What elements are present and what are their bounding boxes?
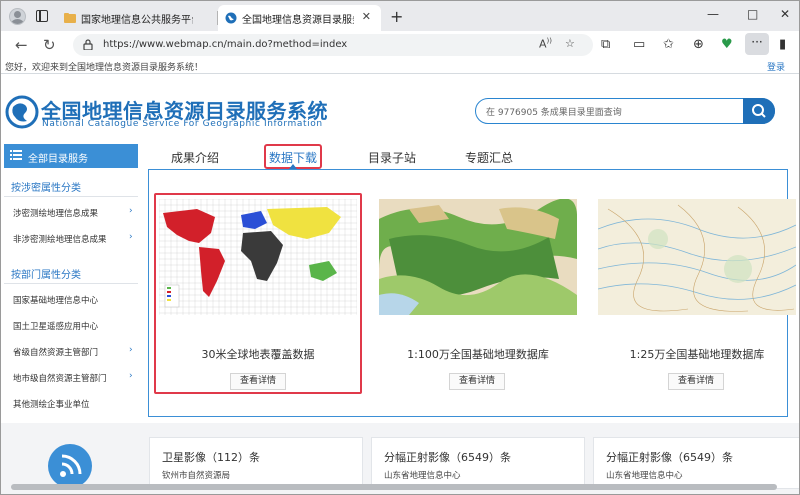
site-logo-icon [5,95,39,129]
tab-sub-sites[interactable]: 目录子站 [368,149,416,166]
split-screen-icon[interactable]: ▭ [633,37,645,52]
sidebar-item-other[interactable]: 其他测绘企事业单位 [13,398,90,410]
world-landcover-thumbnail[interactable] [159,199,357,315]
view-details-button[interactable]: 查看详情 [668,373,724,390]
favorite-star-icon[interactable]: ☆ [565,37,575,50]
tab-title: 全国地理信息资源目录服务系统 [242,15,354,26]
catalog-sidebar: 全部目录服务 按涉密属性分类 涉密测绘地理信息成果 › 非涉密测绘地理信息成果 … [1,144,139,424]
search-input[interactable]: 在 9776905 条成果目录里面查询 [475,97,775,124]
sidebar-item-unclassified[interactable]: 非涉密测绘地理信息成果 [13,233,107,245]
favorites-icon[interactable]: ✩ [663,37,674,52]
divider [4,283,138,284]
new-tab-icon[interactable]: + [390,7,403,26]
update-card[interactable]: 卫星影像（112）条 钦州市自然资源局 [149,437,363,489]
update-source: 山东省地理信息中心 [384,471,461,481]
more-menu-icon[interactable]: ··· [745,33,769,55]
minimize-icon[interactable]: — [707,7,719,21]
tab-webmap[interactable]: 全国地理信息资源目录服务系统 ✕ [218,5,381,31]
address-toolbar: ← ↻ https://www.webmap.cn/main.do?method… [1,31,799,59]
close-tab-icon[interactable]: ✕ [362,10,371,23]
browser-essentials-icon[interactable]: ♥ [721,37,733,52]
search-placeholder: 在 9776905 条成果目录里面查询 [486,108,622,118]
sidebar-item-ngcc[interactable]: 国家基础地理信息中心 [13,294,98,306]
update-source: 钦州市自然资源局 [162,471,231,481]
update-title: 分幅正射影像（6549）条 [384,451,511,464]
china-250k-thumbnail[interactable] [598,199,796,315]
view-details-button[interactable]: 查看详情 [230,373,286,390]
browser-window: 国家地理信息公共服务平台 天地图 全国地理信息资源目录服务系统 ✕ + — □ … [0,0,800,495]
address-bar[interactable]: https://www.webmap.cn/main.do?method=ind… [73,34,593,56]
welcome-text: 您好，欢迎来到全国地理信息资源目录服务系统！ [5,63,204,73]
card-title[interactable]: 30米全球地表覆盖数据 [159,346,357,362]
tab-topics[interactable]: 专题汇总 [465,149,513,166]
sidebar-item-classified[interactable]: 涉密测绘地理信息成果 [13,207,98,219]
update-source: 山东省地理信息中心 [606,471,683,481]
update-card[interactable]: 分幅正射影像（6549）条 山东省地理信息中心 [371,437,585,489]
read-aloud-icon[interactable]: A)) [539,37,552,51]
chevron-right-icon: › [129,232,133,242]
sidebar-toggle-icon[interactable]: ▮ [779,37,786,52]
rss-icon[interactable] [48,444,92,488]
view-details-button[interactable]: 查看详情 [449,373,505,390]
chevron-right-icon: › [129,371,133,381]
chevron-right-icon: › [129,206,133,216]
tab-title: 国家地理信息公共服务平台 天地图 [81,15,193,26]
refresh-icon[interactable]: ↻ [43,36,56,54]
card-title[interactable]: 1:100万全国基础地理数据库 [379,346,577,362]
all-catalog-services[interactable]: 全部目录服务 [4,144,138,168]
search-icon [752,103,766,118]
globe-favicon-icon [225,12,237,24]
login-link[interactable]: 登录 [767,60,785,73]
horizontal-scrollbar[interactable] [11,484,777,490]
menu-icon [10,150,22,160]
lock-icon [83,39,93,50]
sidebar-head-label: 全部目录服务 [28,154,88,165]
category-classified: 按涉密属性分类 [11,183,81,194]
tab-bar: 国家地理信息公共服务平台 天地图 全国地理信息资源目录服务系统 ✕ + — □ … [1,1,799,31]
folder-favicon-icon [64,13,76,23]
site-subtitle: National Catalogue Service For Geographi… [42,119,323,129]
divider [1,73,799,74]
extensions-icon[interactable]: ⧉ [601,37,610,52]
sidebar-item-satellite-center[interactable]: 国土卫星遥感应用中心 [13,320,98,332]
tab-tianditu[interactable]: 国家地理信息公共服务平台 天地图 [57,5,217,31]
close-window-icon[interactable]: ✕ [780,7,790,21]
url-text: https://www.webmap.cn/main.do?method=ind… [103,39,348,50]
card-title[interactable]: 1:25万全国基础地理数据库 [598,346,796,362]
category-department: 按部门属性分类 [11,270,81,281]
tab-actions-icon[interactable] [36,10,48,22]
tab-results-intro[interactable]: 成果介绍 [171,149,219,166]
sidebar-item-municipal[interactable]: 地市级自然资源主管部门 [13,372,107,384]
china-1m-thumbnail[interactable] [379,199,577,315]
update-title: 卫星影像（112）条 [162,451,260,464]
divider [4,196,138,197]
back-icon[interactable]: ← [15,36,28,54]
maximize-icon[interactable]: □ [747,7,758,21]
profile-avatar[interactable] [9,8,26,25]
update-title: 分幅正射影像（6549）条 [606,451,733,464]
update-card[interactable]: 分幅正射影像（6549）条 山东省地理信息中心 [593,437,799,489]
sidebar-item-provincial[interactable]: 省级自然资源主管部门 [13,346,98,358]
collections-icon[interactable]: ⊕ [693,37,704,52]
search-button[interactable] [743,97,775,124]
chevron-right-icon: › [129,345,133,355]
